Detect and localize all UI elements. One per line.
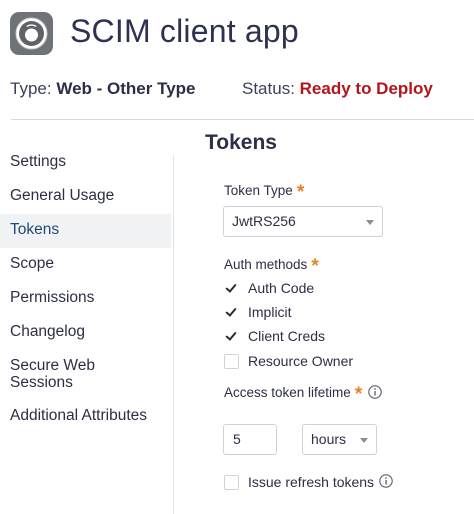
sidebar-item-changelog[interactable]: Changelog [0, 316, 171, 350]
app-page: SCIM client app Type: Web - Other Type S… [0, 0, 474, 514]
issue-refresh-tokens-option[interactable]: Issue refresh tokens [224, 473, 393, 491]
sidebar-item-scope[interactable]: Scope [0, 248, 171, 282]
auth-code-label: Auth Code [248, 280, 315, 296]
type-value: Web - Other Type [56, 79, 196, 98]
checkmark-icon [225, 328, 237, 341]
token-type-select[interactable]: JwtRS256 [223, 206, 383, 237]
type-label: Type: [10, 79, 52, 98]
required-star: * [296, 182, 305, 203]
token-type-value: JwtRS256 [232, 213, 296, 229]
implicit-option[interactable]: Implicit [224, 303, 292, 321]
client-creds-label: Client Creds [248, 328, 326, 344]
chevron-down-icon [360, 438, 368, 443]
resource-owner-label: Resource Owner [248, 353, 354, 369]
auth-methods-label-text: Auth methods [224, 257, 308, 272]
lifetime-unit-select[interactable]: hours [302, 424, 377, 455]
app-status: Status: Ready to Deploy [242, 79, 433, 99]
status-label: Status: [242, 79, 295, 98]
client-creds-option[interactable]: Client Creds [224, 327, 325, 345]
sidebar-item-additional-attributes[interactable]: Additional Attributes [0, 400, 171, 434]
required-star: * [311, 256, 319, 277]
implicit-label: Implicit [248, 304, 292, 320]
sidebar-divider [173, 156, 174, 514]
info-icon[interactable] [368, 385, 382, 402]
client-creds-checkbox[interactable] [224, 328, 239, 344]
auth-code-checkbox[interactable] [224, 280, 239, 296]
checkmark-icon [225, 304, 237, 317]
section-title: Tokens [205, 131, 277, 154]
token-type-label: Token Type * [224, 182, 304, 204]
lifetime-value-input[interactable]: 5 [223, 424, 277, 455]
resource-owner-checkbox[interactable] [224, 353, 239, 369]
sidebar-item-permissions[interactable]: Permissions [0, 282, 171, 316]
sidebar-item-general-usage[interactable]: General Usage [0, 180, 171, 214]
resource-owner-option[interactable]: Resource Owner [224, 352, 353, 370]
auth-methods-label: Auth methods * [224, 256, 319, 278]
access-token-lifetime-label: Access token lifetime * [224, 384, 382, 406]
implicit-checkbox[interactable] [224, 304, 239, 320]
info-icon[interactable] [379, 473, 393, 491]
sidebar-item-secure-web-sessions[interactable]: Secure Web Sessions [0, 350, 130, 400]
sidebar-item-settings[interactable]: Settings [0, 146, 171, 180]
token-type-label-text: Token Type [224, 183, 293, 198]
app-title: SCIM client app [70, 13, 299, 49]
access-token-lifetime-label-text: Access token lifetime [224, 385, 351, 400]
chevron-down-icon [366, 220, 374, 225]
auth-code-option[interactable]: Auth Code [224, 279, 314, 297]
sidebar-nav: Settings General Usage Tokens Scope Perm… [0, 146, 171, 434]
issue-refresh-tokens-checkbox[interactable] [224, 474, 239, 490]
sidebar-item-tokens[interactable]: Tokens [0, 214, 171, 248]
issue-refresh-tokens-label: Issue refresh tokens [248, 474, 375, 490]
checkmark-icon [225, 280, 237, 293]
app-logo-icon [10, 12, 53, 55]
header-divider [11, 119, 474, 120]
app-type: Type: Web - Other Type [10, 79, 196, 99]
lifetime-unit-value: hours [311, 431, 347, 447]
required-star: * [354, 384, 363, 405]
status-value: Ready to Deploy [299, 79, 433, 98]
